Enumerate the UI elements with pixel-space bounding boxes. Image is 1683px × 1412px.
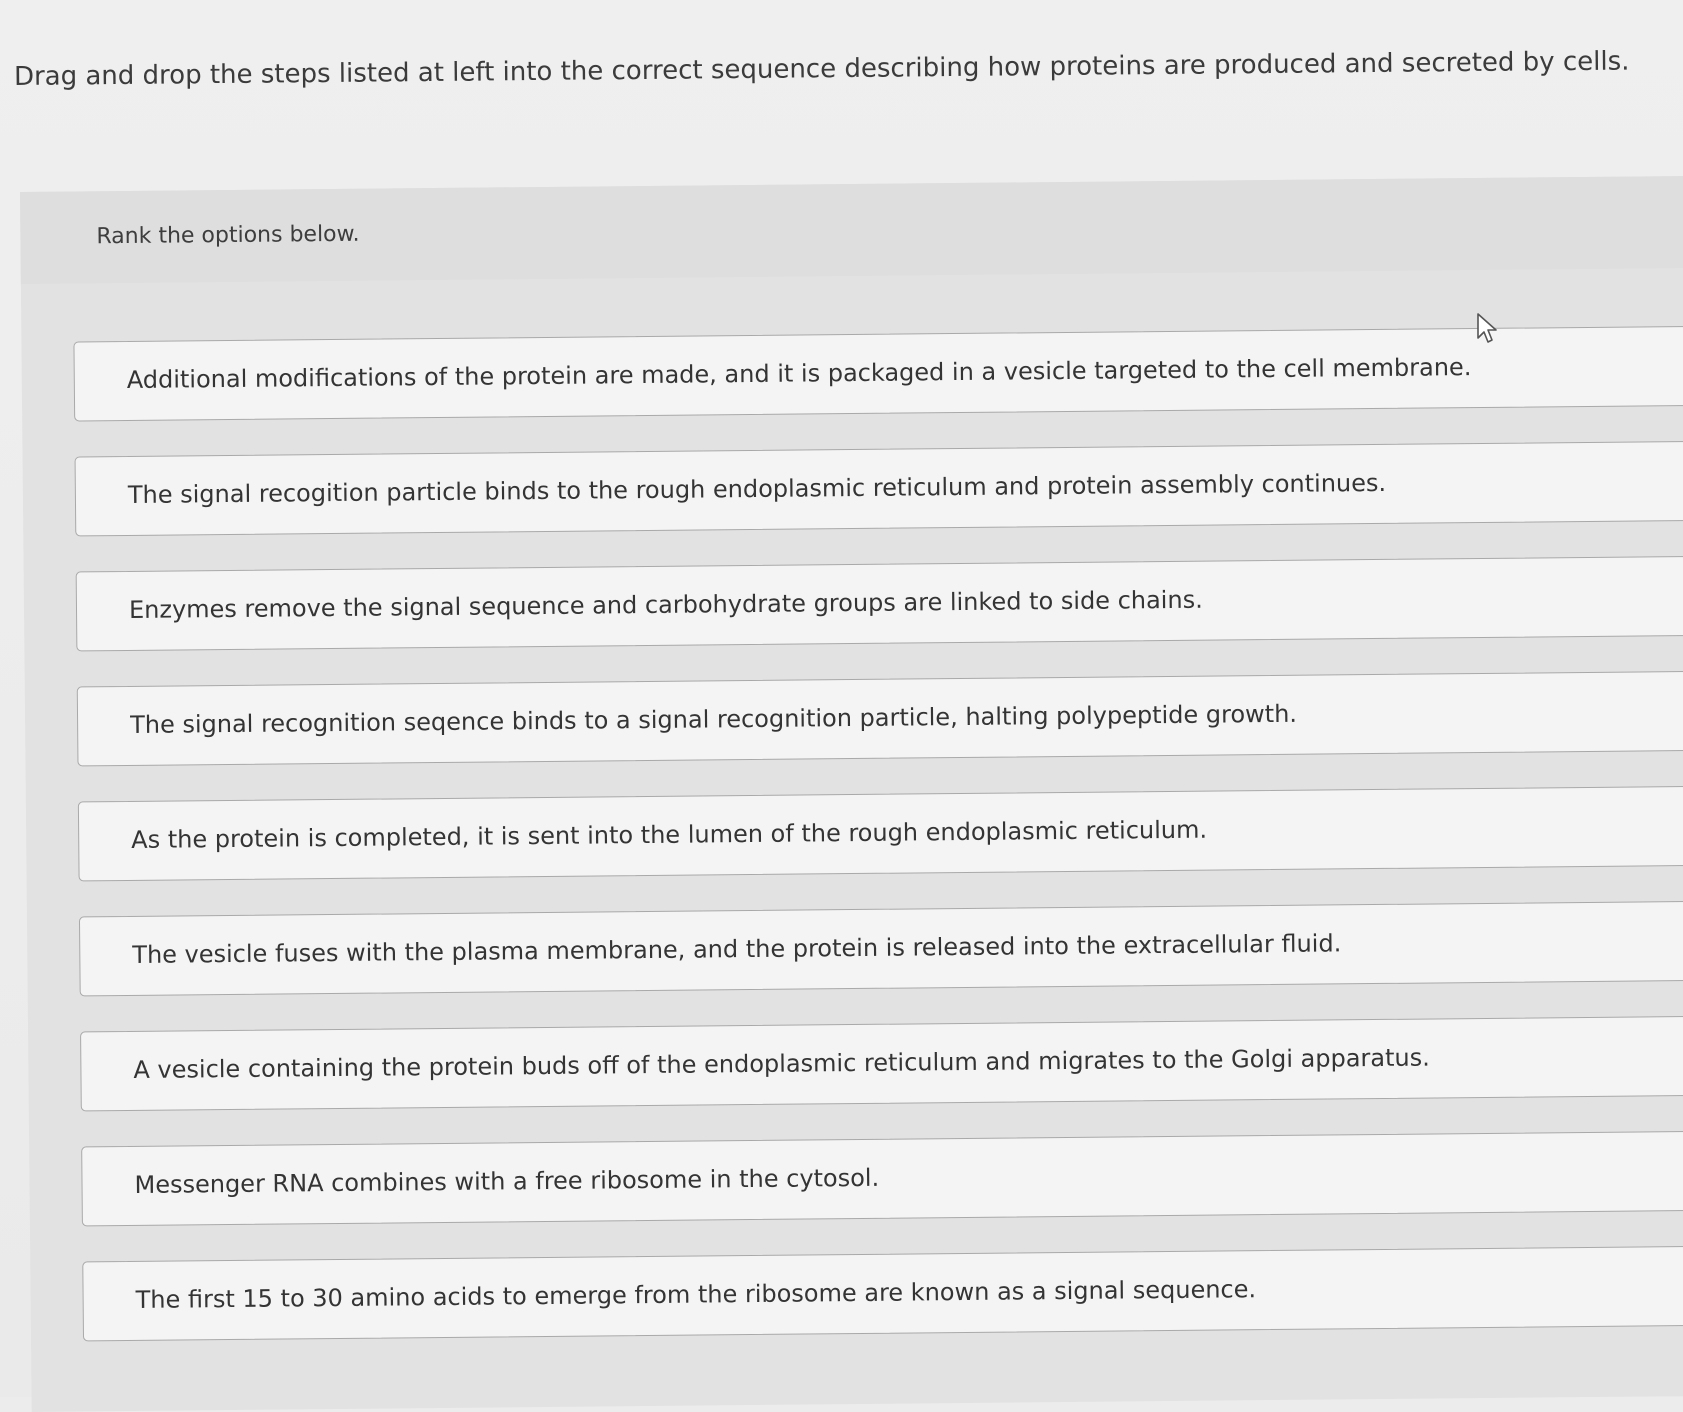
rank-instruction-label: Rank the options below.	[96, 221, 360, 250]
rank-option-9[interactable]: The first 15 to 30 amino acids to emerge…	[82, 1245, 1683, 1342]
rank-option-2[interactable]: The signal recogition particle binds to …	[74, 440, 1683, 537]
ranking-panel: Rank the options below. Additional modif…	[20, 175, 1683, 1412]
mouse-pointer-icon	[1477, 313, 1497, 343]
rank-option-7[interactable]: A vesicle containing the protein buds of…	[80, 1015, 1683, 1112]
rank-option-label: The vesicle fuses with the plasma membra…	[132, 929, 1342, 969]
rank-option-5[interactable]: As the protein is completed, it is sent …	[77, 785, 1683, 882]
rank-option-label: A vesicle containing the protein buds of…	[133, 1043, 1430, 1084]
rank-option-list: Additional modifications of the protein …	[73, 325, 1683, 1377]
rank-option-label: The first 15 to 30 amino acids to emerge…	[135, 1275, 1257, 1314]
question-page: Drag and drop the steps listed at left i…	[0, 0, 1683, 1412]
rank-option-label: Messenger RNA combines with a free ribos…	[134, 1163, 880, 1199]
rank-option-label: Additional modifications of the protein …	[126, 353, 1472, 394]
rank-option-label: Enzymes remove the signal sequence and c…	[128, 585, 1203, 624]
rank-option-label: As the protein is completed, it is sent …	[131, 815, 1208, 854]
rank-option-3[interactable]: Enzymes remove the signal sequence and c…	[75, 555, 1683, 652]
rank-option-8[interactable]: Messenger RNA combines with a free ribos…	[81, 1130, 1683, 1227]
rank-option-1[interactable]: Additional modifications of the protein …	[73, 325, 1683, 422]
rank-option-4[interactable]: The signal recognition seqence binds to …	[76, 670, 1683, 767]
ranking-panel-header: Rank the options below.	[20, 175, 1683, 284]
question-instruction: Drag and drop the steps listed at left i…	[13, 46, 1630, 92]
rank-option-6[interactable]: The vesicle fuses with the plasma membra…	[78, 900, 1683, 997]
rank-option-label: The signal recognition seqence binds to …	[129, 699, 1298, 739]
rank-option-label: The signal recogition particle binds to …	[127, 468, 1387, 509]
